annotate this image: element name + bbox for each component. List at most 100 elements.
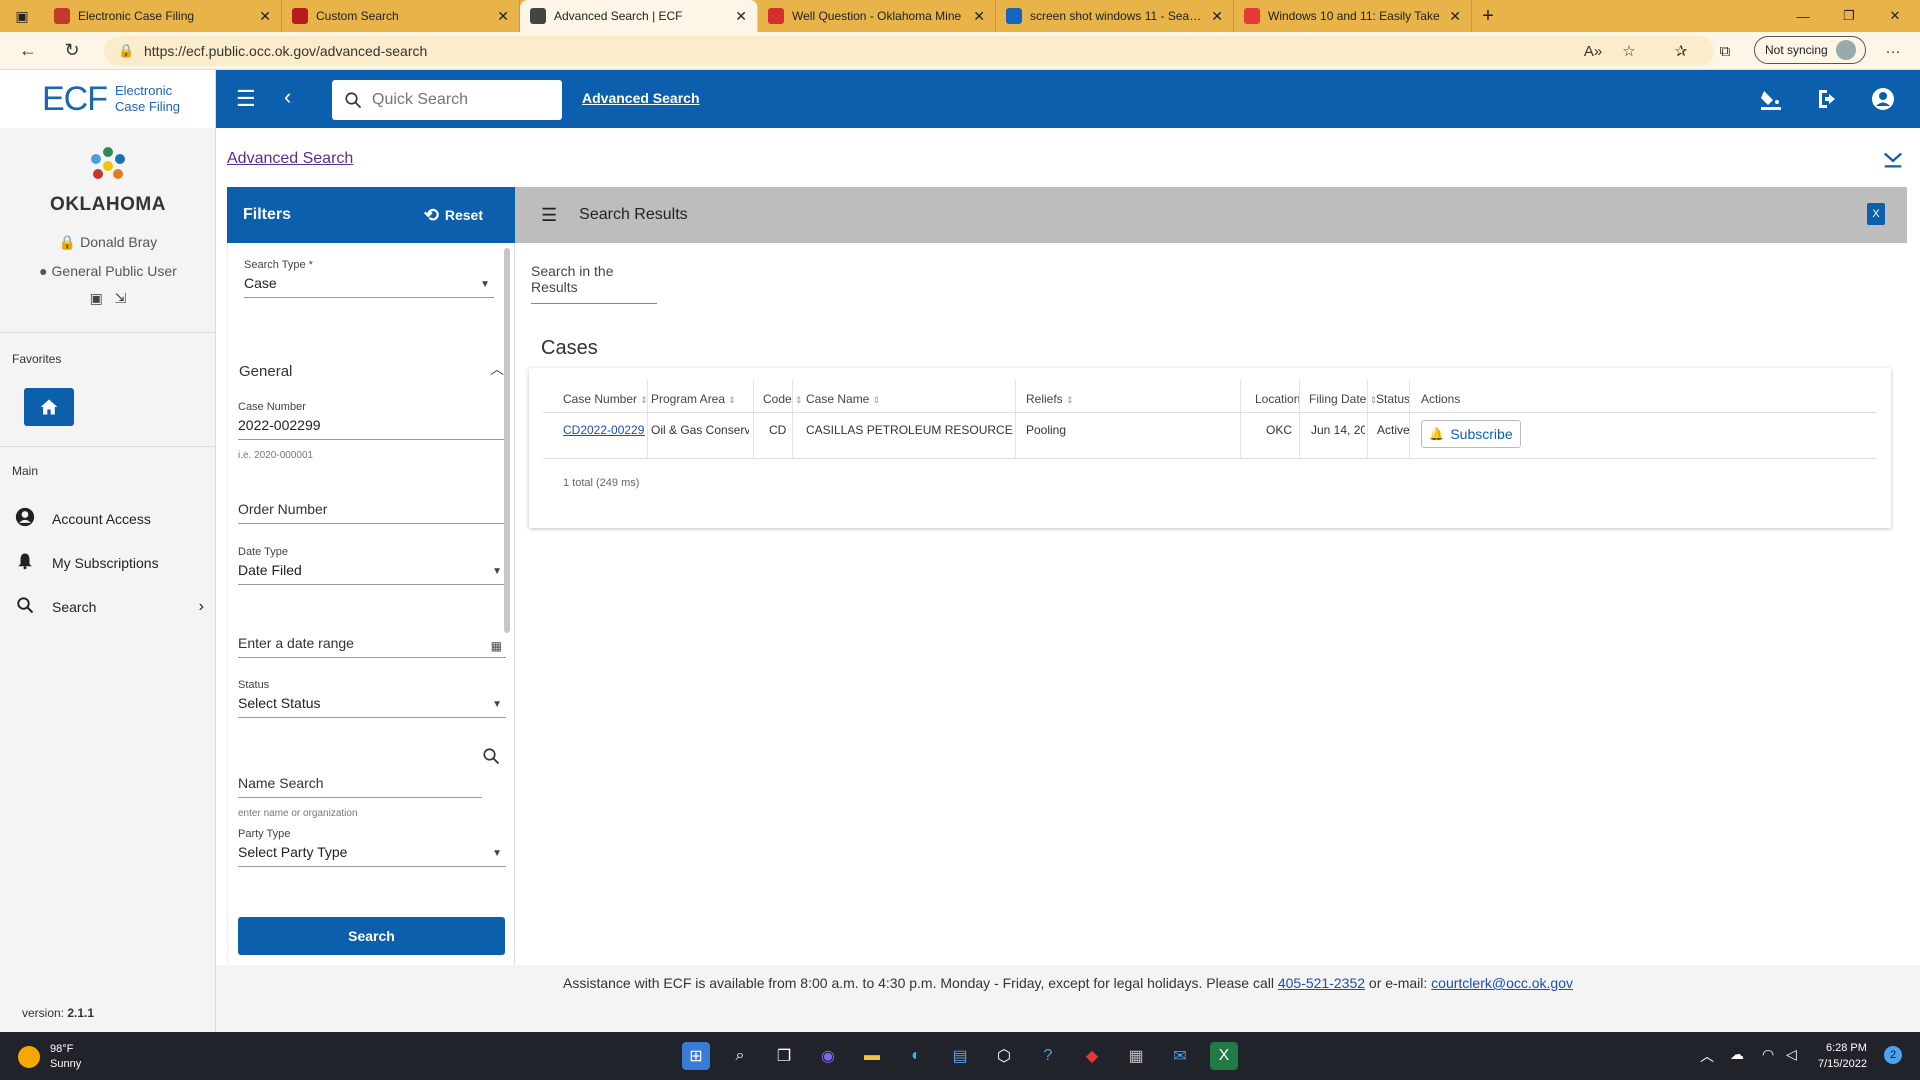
close-tab-icon[interactable]: ✕: [1211, 8, 1223, 25]
status-select[interactable]: Status Select Status ▼: [238, 679, 506, 718]
search-icon[interactable]: [482, 747, 500, 770]
close-tab-icon[interactable]: ✕: [973, 8, 985, 25]
close-tab-icon[interactable]: ✕: [497, 8, 509, 25]
search-in-results-input[interactable]: Search in the Results: [531, 263, 657, 304]
close-tab-icon[interactable]: ✕: [259, 8, 271, 25]
refresh-icon[interactable]: ↻: [54, 36, 90, 66]
calendar-icon[interactable]: ▦: [491, 639, 502, 653]
chevron-up-icon[interactable]: ︿: [1700, 1046, 1714, 1066]
url-field[interactable]: 🔒 https://ecf.public.occ.ok.gov/advanced…: [104, 36, 1714, 66]
sidebar-item-my-subscriptions[interactable]: My Subscriptions: [14, 548, 204, 578]
file-explorer-icon[interactable]: ▬: [858, 1042, 886, 1070]
user-name: 🔒 Donald Bray: [58, 234, 158, 250]
store-icon[interactable]: ▤: [946, 1042, 974, 1070]
hamburger-menu-icon[interactable]: ☰: [236, 86, 256, 112]
name-search-field[interactable]: Name Search enter name or organization: [238, 763, 482, 819]
date-type-label: Date Type: [238, 546, 288, 558]
column-header-case-number[interactable]: Case Number ⇕: [563, 392, 648, 406]
ecf-logo[interactable]: ECF Electronic Case Filing: [0, 70, 216, 128]
dropdown-caret-icon: ▼: [492, 566, 502, 577]
calculator-icon[interactable]: ▦: [1122, 1042, 1150, 1070]
weather-widget[interactable]: 98°F Sunny: [18, 1042, 81, 1072]
chevron-left-icon[interactable]: ‹: [284, 84, 291, 110]
main-label: Main: [12, 464, 39, 478]
order-number-placeholder[interactable]: Order Number: [238, 501, 506, 524]
close-tab-icon[interactable]: ✕: [735, 8, 747, 25]
case-number-link[interactable]: CD2022-002299: [563, 423, 645, 437]
column-header-case-name[interactable]: Case Name ⇕: [806, 392, 880, 406]
browser-tab[interactable]: Electronic Case Filing ✕: [44, 0, 282, 32]
excel-icon[interactable]: X: [1210, 1042, 1238, 1070]
quick-search-box[interactable]: [332, 80, 562, 120]
dropdown-caret-icon: ▼: [492, 848, 502, 859]
contact-card-icon[interactable]: ▣: [90, 290, 103, 306]
logout-icon[interactable]: [1812, 84, 1842, 114]
back-arrow-icon[interactable]: ←: [10, 36, 46, 66]
general-section-label[interactable]: General: [239, 363, 292, 380]
column-header-program-area[interactable]: Program Area ⇕: [651, 392, 736, 406]
case-number-field[interactable]: Case Number 2022-002299 i.e. 2020-000001: [238, 401, 506, 461]
clock[interactable]: 6:28 PM 7/15/2022: [1818, 1040, 1867, 1072]
favorites-icon[interactable]: ✰: [1666, 36, 1696, 66]
notification-badge[interactable]: 2: [1884, 1046, 1902, 1064]
taskbar-search-icon[interactable]: ⌕: [726, 1042, 754, 1070]
email-link[interactable]: courtclerk@occ.ok.gov: [1431, 975, 1573, 991]
paint-bucket-icon[interactable]: [1756, 84, 1786, 114]
new-tab-icon[interactable]: +: [1472, 0, 1504, 32]
start-icon[interactable]: ⊞: [682, 1042, 710, 1070]
browser-tab[interactable]: screen shot windows 11 - Search ✕: [996, 0, 1234, 32]
mail-icon[interactable]: ✉: [1166, 1042, 1194, 1070]
tab-actions-icon[interactable]: ▣: [0, 0, 44, 32]
filters-scrollbar[interactable]: [504, 248, 510, 633]
export-excel-icon[interactable]: X: [1867, 203, 1885, 225]
teams-chat-icon[interactable]: ◉: [814, 1042, 842, 1070]
help-icon[interactable]: ?: [1034, 1042, 1062, 1070]
task-view-icon[interactable]: ❐: [770, 1042, 798, 1070]
sync-button[interactable]: Not syncing: [1754, 36, 1866, 64]
sort-lines-icon[interactable]: ☰: [541, 205, 557, 226]
search-button[interactable]: Search: [238, 917, 505, 955]
reset-button[interactable]: ⟲ Reset: [424, 205, 483, 226]
date-range-field[interactable]: Enter a date range ▦: [238, 631, 506, 658]
restore-icon[interactable]: ❐: [1826, 0, 1872, 32]
search-type-select[interactable]: Search Type * Case ▼: [244, 259, 494, 298]
sidebar-item-account-access[interactable]: Account Access: [14, 504, 204, 534]
mcafee-icon[interactable]: ◆: [1078, 1042, 1106, 1070]
app-icon[interactable]: ⬡: [990, 1042, 1018, 1070]
date-type-select[interactable]: Date Type Date Filed ▼: [238, 546, 506, 585]
sun-icon: [18, 1046, 40, 1068]
collections-icon[interactable]: ⧉: [1710, 36, 1740, 66]
browser-tab-active[interactable]: Advanced Search | ECF ✕: [520, 0, 758, 32]
phone-link[interactable]: 405-521-2352: [1278, 975, 1365, 991]
browser-tab[interactable]: Windows 10 and 11: Easily Take ✕: [1234, 0, 1472, 32]
home-favorite-button[interactable]: [24, 388, 74, 426]
chevron-up-icon[interactable]: ︿: [490, 359, 504, 379]
order-number-field[interactable]: Order Number: [238, 497, 506, 524]
wifi-icon[interactable]: ◠: [1762, 1046, 1774, 1063]
name-search-placeholder[interactable]: Name Search: [238, 775, 482, 798]
quick-search-input[interactable]: [372, 91, 552, 109]
minimize-icon[interactable]: —: [1780, 0, 1826, 32]
collapse-panel-icon[interactable]: [1882, 148, 1904, 176]
account-circle-icon[interactable]: [1868, 84, 1898, 114]
sidebar-item-label: Search: [52, 599, 97, 615]
sidebar-item-search[interactable]: Search ›: [14, 592, 204, 622]
column-header-code[interactable]: Code ⇕: [763, 392, 803, 406]
more-options-icon[interactable]: ···: [1878, 36, 1908, 66]
party-type-select[interactable]: Party Type Select Party Type ▼: [238, 828, 506, 867]
column-header-reliefs[interactable]: Reliefs ⇕: [1026, 392, 1074, 406]
add-favorite-icon[interactable]: ☆: [1614, 36, 1644, 66]
onedrive-cloud-icon[interactable]: ☁: [1730, 1046, 1744, 1063]
browser-tab[interactable]: Custom Search ✕: [282, 0, 520, 32]
read-aloud-icon[interactable]: A»: [1578, 36, 1608, 66]
pin-icon[interactable]: ⇲: [115, 290, 127, 306]
edge-browser-icon[interactable]: ◐: [902, 1042, 930, 1070]
browser-tab[interactable]: Well Question - Oklahoma Mine ✕: [758, 0, 996, 32]
page-title-breadcrumb[interactable]: Advanced Search: [227, 150, 353, 168]
subscribe-button[interactable]: 🔔 Subscribe: [1421, 420, 1521, 448]
volume-icon[interactable]: ◁: [1786, 1046, 1797, 1063]
advanced-search-link[interactable]: Advanced Search: [582, 90, 700, 106]
close-window-icon[interactable]: ✕: [1872, 0, 1918, 32]
case-number-value[interactable]: 2022-002299: [238, 417, 506, 440]
close-tab-icon[interactable]: ✕: [1449, 8, 1461, 25]
